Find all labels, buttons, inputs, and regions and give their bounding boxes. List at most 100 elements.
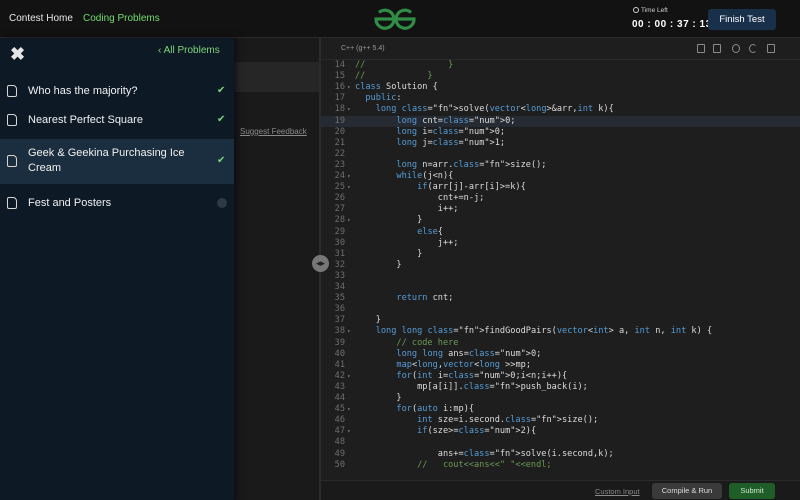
line-number: 39 — [334, 337, 345, 348]
line-number: 30 — [334, 237, 345, 248]
refresh-icon[interactable] — [749, 44, 757, 53]
code-line: else{ — [417, 226, 443, 237]
gear-icon[interactable] — [732, 44, 740, 53]
code-line: } — [355, 215, 423, 226]
time-left-value: 00 : 00 : 37 : 13 — [632, 19, 712, 30]
fold-chevron-icon[interactable]: ▾ — [347, 173, 351, 180]
line-number: 24 — [334, 171, 345, 181]
line-number: 22 — [334, 148, 345, 159]
fold-chevron-icon[interactable]: ▾ — [347, 328, 351, 335]
code-line: return cnt; — [396, 293, 454, 304]
line-number: 16 — [334, 82, 345, 93]
chevron-left-icon: ‹ — [158, 45, 162, 56]
problem-item-1[interactable]: Who has the majority? ✔ — [0, 76, 234, 106]
code-line: long j=class="num">1; — [396, 137, 506, 148]
line-number: 34 — [334, 282, 345, 292]
nav-contest-home[interactable]: Contest Home — [9, 13, 73, 24]
line-number: 19 — [334, 115, 345, 126]
problem-title: Fest and Posters — [28, 197, 112, 209]
line-number: 40 — [334, 348, 345, 359]
expand-icon[interactable] — [767, 44, 775, 53]
fold-chevron-icon[interactable]: ▾ — [347, 428, 351, 435]
code-editor[interactable]: 14// } 15// } 16 ▾ class Solution {17 public… — [321, 60, 800, 480]
line-number: 31 — [334, 248, 345, 259]
code-line: int sze=i.second.class="fn">size(); — [417, 415, 599, 426]
code-line: public: — [365, 93, 402, 104]
problem-item-4[interactable]: Fest and Posters — [0, 188, 234, 218]
all-problems-link[interactable]: ‹ All Problems — [158, 45, 220, 56]
line-number: 28 — [334, 215, 345, 226]
custom-input-link[interactable]: Custom Input — [595, 487, 640, 496]
problem-title: Who has the majority? — [28, 85, 138, 97]
code-line: // } — [355, 60, 454, 70]
time-left-text: Time Left — [641, 7, 668, 14]
unsolved-indicator — [217, 198, 227, 208]
fold-chevron-icon[interactable]: ▾ — [347, 406, 351, 413]
document-icon — [7, 114, 17, 126]
line-number: 32 — [334, 259, 345, 270]
problems-drawer: ✖ ‹ All Problems Who has the majority? ✔… — [0, 38, 234, 500]
editor-footer: Custom Input Compile & Run Submit — [321, 480, 800, 500]
problem-panel-tab-strip — [234, 62, 320, 92]
code-line: cnt+=n-j; — [355, 193, 485, 204]
code-line: map<long,vector<long >>mp; — [396, 359, 531, 370]
document-icon — [7, 155, 17, 167]
compile-run-button[interactable]: Compile & Run — [652, 483, 722, 499]
problem-item-2[interactable]: Nearest Perfect Square ✔ — [0, 105, 234, 135]
code-line: } — [355, 259, 402, 270]
line-number: 49 — [334, 448, 345, 459]
close-icon[interactable]: ✖ — [10, 44, 25, 65]
code-line: } — [355, 393, 402, 403]
code-line: class Solution { — [355, 82, 438, 93]
fold-chevron-icon[interactable]: ▾ — [347, 217, 351, 224]
line-number: 37 — [334, 315, 345, 326]
code-line: // code here — [355, 337, 459, 348]
line-number: 17 — [334, 93, 345, 104]
line-number: 42 — [334, 370, 345, 381]
code-line: } — [355, 248, 423, 259]
submit-button[interactable]: Submit — [729, 483, 775, 499]
line-number: 48 — [334, 437, 345, 448]
nav-coding-problems[interactable]: Coding Problems — [83, 13, 160, 24]
top-bar: Contest Home Coding Problems Time Left 0… — [0, 0, 800, 38]
line-number: 38 — [334, 326, 345, 337]
line-number: 36 — [334, 304, 345, 315]
editor-toolbar: C++ (g++ 5.4) — [321, 38, 800, 60]
suggest-feedback-link[interactable]: Suggest Feedback — [240, 127, 307, 136]
line-number: 35 — [334, 293, 345, 304]
check-icon: ✔ — [217, 155, 226, 166]
line-number: 20 — [334, 126, 345, 137]
code-line: long long ans=class="num">0; — [396, 348, 542, 359]
line-number: 43 — [334, 381, 345, 392]
code-line: ans+=class="fn">solve(i.second,k); — [355, 448, 614, 459]
line-number: 18 — [334, 104, 345, 115]
line-number: 15 — [334, 71, 345, 82]
code-line: mp[a[i]].class="fn">push_back(i); — [355, 381, 588, 392]
file-icon[interactable] — [713, 44, 721, 53]
code-line: long n=arr.class="fn">size(); — [396, 159, 547, 170]
fold-chevron-icon[interactable]: ▾ — [347, 106, 351, 113]
problem-title: Geek & Geekina Purchasing Ice Cream — [28, 147, 185, 174]
line-number: 29 — [334, 226, 345, 237]
all-problems-label: All Problems — [163, 45, 220, 56]
fold-chevron-icon[interactable]: ▾ — [347, 84, 351, 91]
document-icon — [7, 197, 17, 209]
language-select[interactable]: C++ (g++ 5.4) — [341, 45, 385, 52]
line-number: 45 — [334, 404, 345, 415]
code-line: i++; — [355, 204, 459, 215]
line-number: 46 — [334, 415, 345, 426]
copy-icon[interactable] — [697, 44, 705, 53]
check-icon: ✔ — [217, 114, 226, 125]
line-number: 25 — [334, 182, 345, 193]
code-line: if(sze>=class="num">2){ — [417, 426, 537, 437]
line-number: 14 — [334, 60, 345, 70]
code-line: long i=class="num">0; — [396, 126, 506, 137]
problem-item-3[interactable]: Geek & Geekina Purchasing Ice Cream ✔ — [0, 139, 234, 184]
code-line: for(auto i:mp){ — [396, 404, 475, 415]
finish-test-button[interactable]: Finish Test — [708, 9, 776, 30]
code-line: long class="fn">solve(vector<long>&arr,i… — [375, 104, 614, 115]
line-number: 50 — [334, 459, 345, 470]
fold-chevron-icon[interactable]: ▾ — [347, 373, 351, 380]
code-line: if(arr[j]-arr[i]>=k){ — [417, 182, 526, 193]
fold-chevron-icon[interactable]: ▾ — [347, 184, 351, 191]
